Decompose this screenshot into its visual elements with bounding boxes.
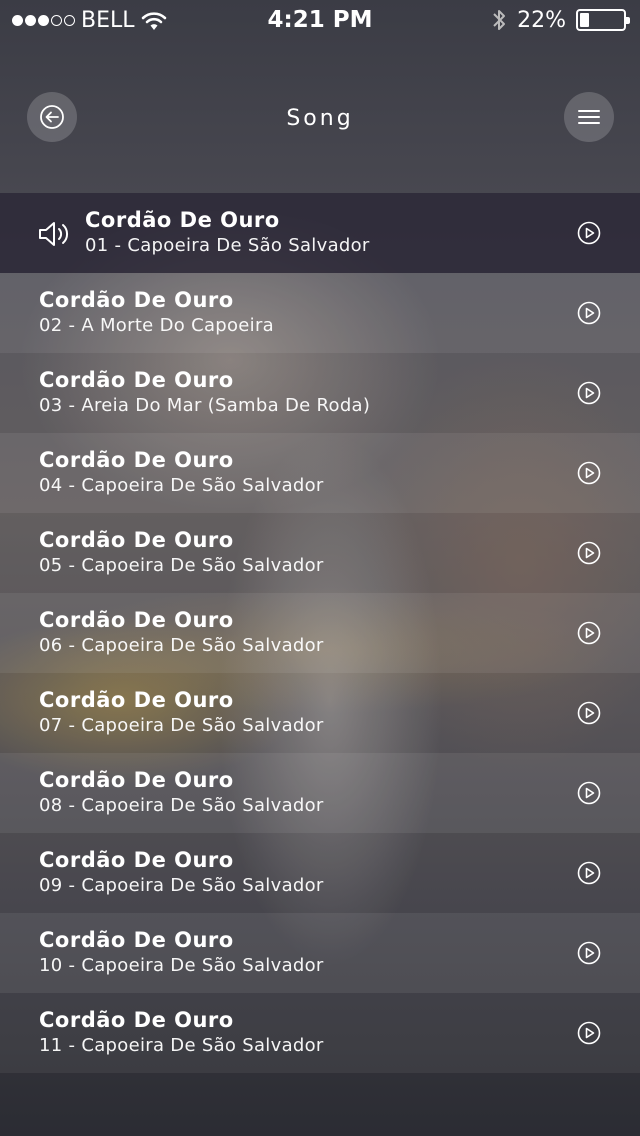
- song-artist: Cordão De Ouro: [39, 448, 234, 472]
- song-artist: Cordão De Ouro: [85, 208, 280, 232]
- battery-percent: 22%: [517, 7, 566, 33]
- battery-fill: [580, 13, 589, 27]
- status-bar: BELL 4:21 PM 22%: [0, 0, 640, 40]
- song-text: Cordão De Ouro 04 - Capoeira De São Salva…: [39, 446, 324, 498]
- song-row[interactable]: Cordão De Ouro 02 - A Morte Do Capoeira: [0, 273, 640, 353]
- battery-icon: [576, 9, 630, 31]
- song-row[interactable]: Cordão De Ouro 05 - Capoeira De São Salva…: [0, 513, 640, 593]
- play-icon[interactable]: [577, 461, 601, 485]
- song-track: 11 - Capoeira De São Salvador: [39, 1035, 324, 1056]
- song-row[interactable]: Cordão De Ouro 06 - Capoeira De São Salva…: [0, 593, 640, 673]
- song-row[interactable]: Cordão De Ouro 07 - Capoeira De São Salva…: [0, 673, 640, 753]
- song-text: Cordão De Ouro 03 - Areia Do Mar (Samba D…: [39, 366, 370, 418]
- song-track: 06 - Capoeira De São Salvador: [39, 635, 324, 656]
- song-artist: Cordão De Ouro: [39, 768, 234, 792]
- song-track: 02 - A Morte Do Capoeira: [39, 315, 275, 336]
- play-icon[interactable]: [577, 541, 601, 565]
- song-list: Cordão De Ouro 01 - Capoeira De São Salva…: [0, 193, 640, 1073]
- song-row[interactable]: Cordão De Ouro 01 - Capoeira De São Salva…: [0, 193, 640, 273]
- hamburger-menu-icon: [578, 110, 600, 124]
- song-artist: Cordão De Ouro: [39, 848, 234, 872]
- song-row[interactable]: Cordão De Ouro 11 - Capoeira De São Salva…: [0, 993, 640, 1073]
- status-right: 22%: [491, 7, 630, 33]
- bluetooth-icon: [493, 10, 506, 30]
- song-artist: Cordão De Ouro: [39, 688, 234, 712]
- song-track: 05 - Capoeira De São Salvador: [39, 555, 324, 576]
- song-row[interactable]: Cordão De Ouro 04 - Capoeira De São Salva…: [0, 433, 640, 513]
- page-title: Song: [286, 106, 354, 131]
- song-track: 09 - Capoeira De São Salvador: [39, 875, 324, 896]
- play-icon[interactable]: [577, 781, 601, 805]
- song-text: Cordão De Ouro 01 - Capoeira De São Salva…: [85, 206, 370, 258]
- play-icon[interactable]: [577, 861, 601, 885]
- song-track: 08 - Capoeira De São Salvador: [39, 795, 324, 816]
- play-icon[interactable]: [577, 1021, 601, 1045]
- song-text: Cordão De Ouro 11 - Capoeira De São Salva…: [39, 1006, 324, 1058]
- speaker-icon: [39, 222, 69, 246]
- song-text: Cordão De Ouro 07 - Capoeira De São Salva…: [39, 686, 324, 738]
- song-artist: Cordão De Ouro: [39, 368, 234, 392]
- play-icon[interactable]: [577, 621, 601, 645]
- song-artist: Cordão De Ouro: [39, 608, 234, 632]
- song-artist: Cordão De Ouro: [39, 1008, 234, 1032]
- play-icon[interactable]: [577, 381, 601, 405]
- song-text: Cordão De Ouro 08 - Capoeira De São Salva…: [39, 766, 324, 818]
- song-artist: Cordão De Ouro: [39, 928, 234, 952]
- song-row[interactable]: Cordão De Ouro 03 - Areia Do Mar (Samba D…: [0, 353, 640, 433]
- play-icon[interactable]: [577, 221, 601, 245]
- song-track: 03 - Areia Do Mar (Samba De Roda): [39, 395, 371, 416]
- play-icon[interactable]: [577, 701, 601, 725]
- song-text: Cordão De Ouro 05 - Capoeira De São Salva…: [39, 526, 324, 578]
- song-text: Cordão De Ouro 10 - Capoeira De São Salva…: [39, 926, 324, 978]
- song-artist: Cordão De Ouro: [39, 288, 234, 312]
- play-icon[interactable]: [577, 941, 601, 965]
- song-text: Cordão De Ouro 09 - Capoeira De São Salva…: [39, 846, 324, 898]
- song-artist: Cordão De Ouro: [39, 528, 234, 552]
- song-track: 10 - Capoeira De São Salvador: [39, 955, 324, 976]
- song-track: 04 - Capoeira De São Salvador: [39, 475, 324, 496]
- song-track: 07 - Capoeira De São Salvador: [39, 715, 324, 736]
- song-text: Cordão De Ouro 06 - Capoeira De São Salva…: [39, 606, 324, 658]
- play-icon[interactable]: [577, 301, 601, 325]
- song-track: 01 - Capoeira De São Salvador: [85, 235, 370, 256]
- song-row[interactable]: Cordão De Ouro 10 - Capoeira De São Salva…: [0, 913, 640, 993]
- song-row[interactable]: Cordão De Ouro 09 - Capoeira De São Salva…: [0, 833, 640, 913]
- song-row[interactable]: Cordão De Ouro 08 - Capoeira De São Salva…: [0, 753, 640, 833]
- nav-header: Song: [0, 60, 640, 180]
- menu-button[interactable]: [564, 92, 614, 142]
- song-text: Cordão De Ouro 02 - A Morte Do Capoeira: [39, 286, 274, 338]
